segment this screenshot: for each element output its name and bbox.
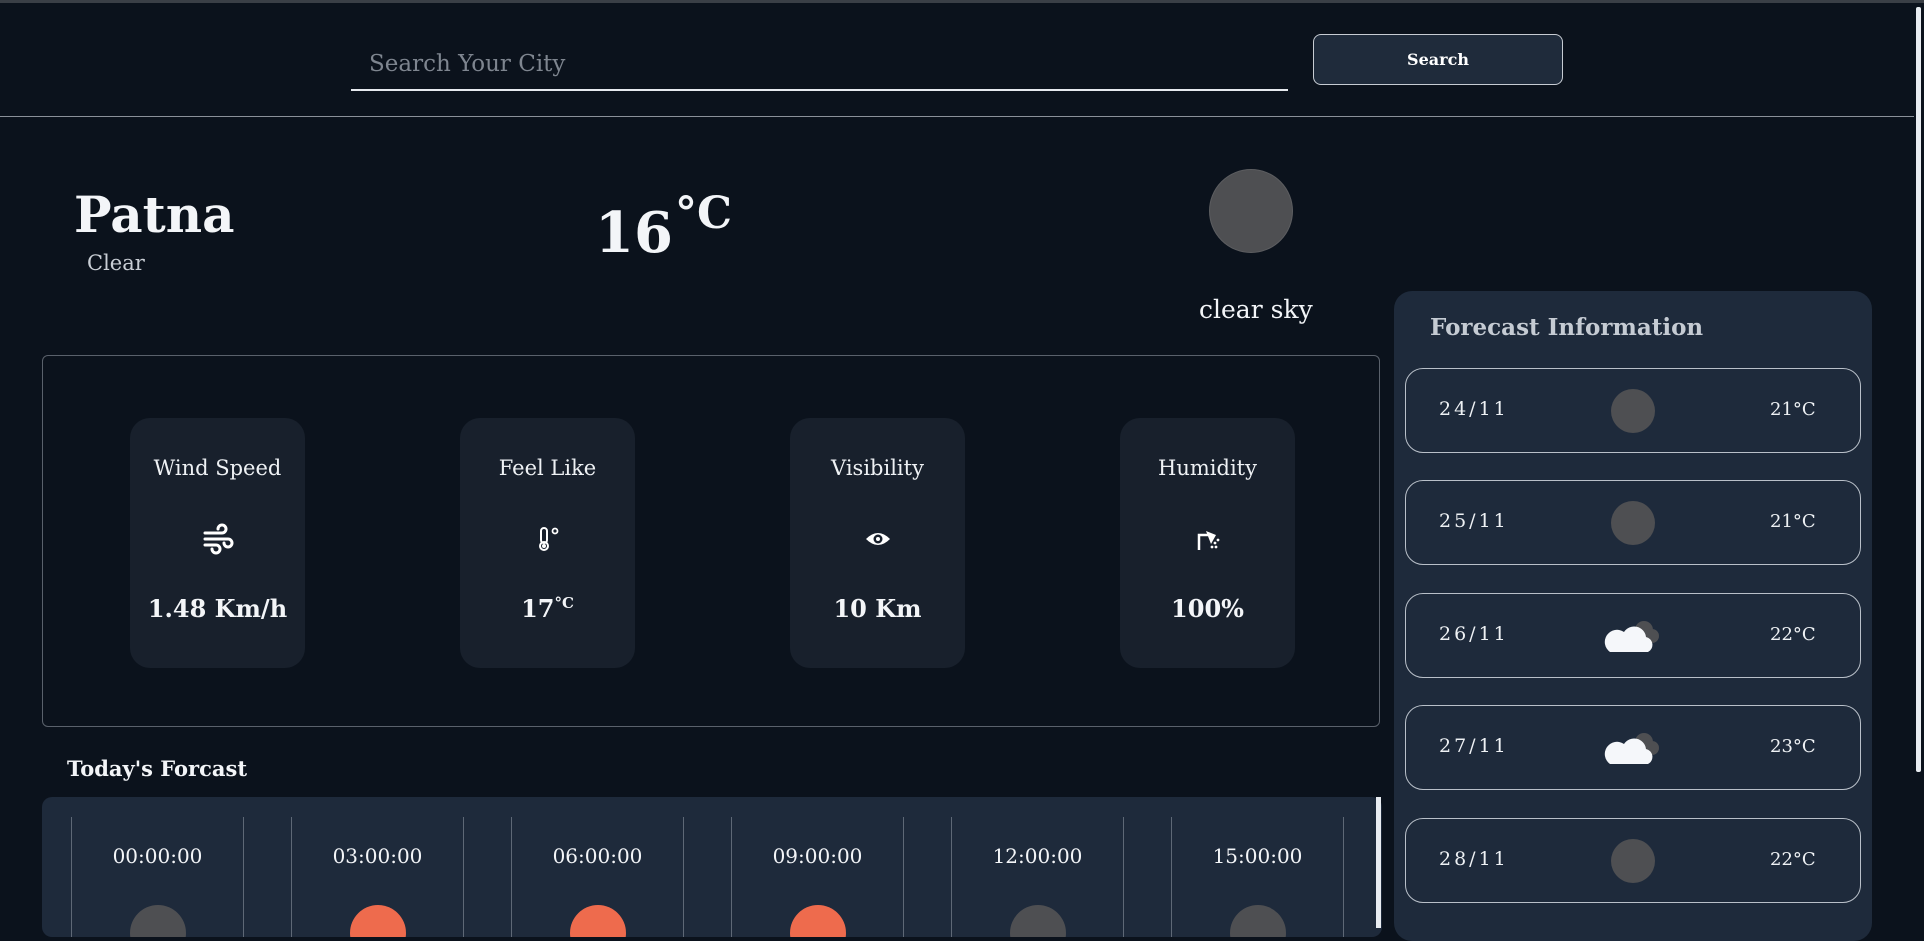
hour-item: 03:00:00 <box>291 817 464 937</box>
forecast-temp: 23°C <box>1770 736 1816 757</box>
forecast-date: 27/11 <box>1439 735 1509 757</box>
feel-like-unit: °C <box>554 594 574 612</box>
city-condition: Clear <box>87 251 145 275</box>
feel-like-value: 17 <box>521 594 555 623</box>
hour-item: 06:00:00 <box>511 817 684 937</box>
forecast-date: 24/11 <box>1439 398 1509 420</box>
hour-item: 09:00:00 <box>731 817 904 937</box>
city-name: Patna <box>74 185 235 244</box>
cloud-icon <box>1602 614 1666 658</box>
page-scrollbar-thumb[interactable] <box>1916 7 1921 772</box>
today-forecast-title: Today's Forcast <box>67 756 248 781</box>
forecast-temp: 22°C <box>1770 849 1816 870</box>
sun-icon <box>349 905 406 937</box>
moon-icon <box>1209 169 1293 253</box>
highlight-label: Feel Like <box>498 456 597 480</box>
forecast-row[interactable]: 25/11 21°C <box>1405 480 1861 565</box>
highlight-card-feel-like: Feel Like 17°C <box>460 418 635 668</box>
sun-icon <box>789 905 846 937</box>
search-header: Search <box>0 3 1914 117</box>
shower-icon <box>1120 524 1295 554</box>
hour-time: 00:00:00 <box>112 844 203 868</box>
forecast-temp: 22°C <box>1770 624 1816 645</box>
thermometer-icon <box>460 524 635 554</box>
forecast-temp: 21°C <box>1770 511 1816 532</box>
highlight-value: 1.48 Km/h <box>147 594 288 623</box>
moon-icon <box>1611 839 1655 883</box>
moon-icon <box>1611 501 1655 545</box>
highlight-label: Humidity <box>1158 456 1257 480</box>
hour-time: 12:00:00 <box>992 844 1083 868</box>
forecast-date: 26/11 <box>1439 623 1509 645</box>
wind-icon <box>130 523 305 555</box>
forecast-row[interactable]: 27/11 23°C <box>1405 705 1861 790</box>
forecast-date: 28/11 <box>1439 848 1509 870</box>
moon-icon <box>1009 905 1066 937</box>
highlight-label: Visibility <box>831 456 924 480</box>
page-scrollbar[interactable] <box>1914 3 1924 928</box>
moon-icon <box>1611 389 1655 433</box>
moon-icon <box>1229 905 1286 937</box>
forecast-row[interactable]: 26/11 22°C <box>1405 593 1861 678</box>
today-forecast-scrollbar[interactable] <box>1376 797 1381 928</box>
forecast-panel: Forecast Information 24/11 21°C 25/11 21… <box>1394 291 1872 941</box>
forecast-row[interactable]: 24/11 21°C <box>1405 368 1861 453</box>
hour-item: 12:00:00 <box>951 817 1124 937</box>
search-button[interactable]: Search <box>1313 34 1563 85</box>
hour-item: 15:00:00 <box>1171 817 1344 937</box>
forecast-temp: 21°C <box>1770 399 1816 420</box>
cloud-icon <box>1602 726 1666 770</box>
highlight-value: 17°C <box>460 594 635 623</box>
sun-icon <box>569 905 626 937</box>
hour-time: 15:00:00 <box>1212 844 1303 868</box>
highlight-value: 100% <box>1171 594 1244 623</box>
forecast-date: 25/11 <box>1439 510 1509 532</box>
hour-time: 03:00:00 <box>332 844 423 868</box>
highlight-label: Wind Speed <box>153 456 282 480</box>
search-input[interactable] <box>351 39 1288 91</box>
hour-item: 00:00:00 <box>71 817 244 937</box>
today-forecast-panel: 00:00:00 03:00:00 06:00:00 09:00:00 12:0… <box>42 797 1382 937</box>
forecast-row[interactable]: 28/11 22°C <box>1405 818 1861 903</box>
temperature-value: 16 <box>595 200 673 266</box>
highlight-card-humidity: Humidity 100% <box>1120 418 1295 668</box>
hour-time: 09:00:00 <box>772 844 863 868</box>
weather-description: clear sky <box>1199 295 1313 324</box>
temperature-unit: °C <box>674 188 732 239</box>
highlights-panel: Wind Speed 1.48 Km/h Feel Like 17°C Visi… <box>42 355 1380 727</box>
highlight-value: 10 Km <box>833 594 922 623</box>
hour-time: 06:00:00 <box>552 844 643 868</box>
moon-icon <box>129 905 186 937</box>
highlight-card-visibility: Visibility 10 Km <box>790 418 965 668</box>
highlight-card-wind: Wind Speed 1.48 Km/h <box>130 418 305 668</box>
forecast-title: Forecast Information <box>1430 314 1704 341</box>
current-temperature: 16°C <box>595 188 732 266</box>
eye-icon <box>790 524 965 554</box>
